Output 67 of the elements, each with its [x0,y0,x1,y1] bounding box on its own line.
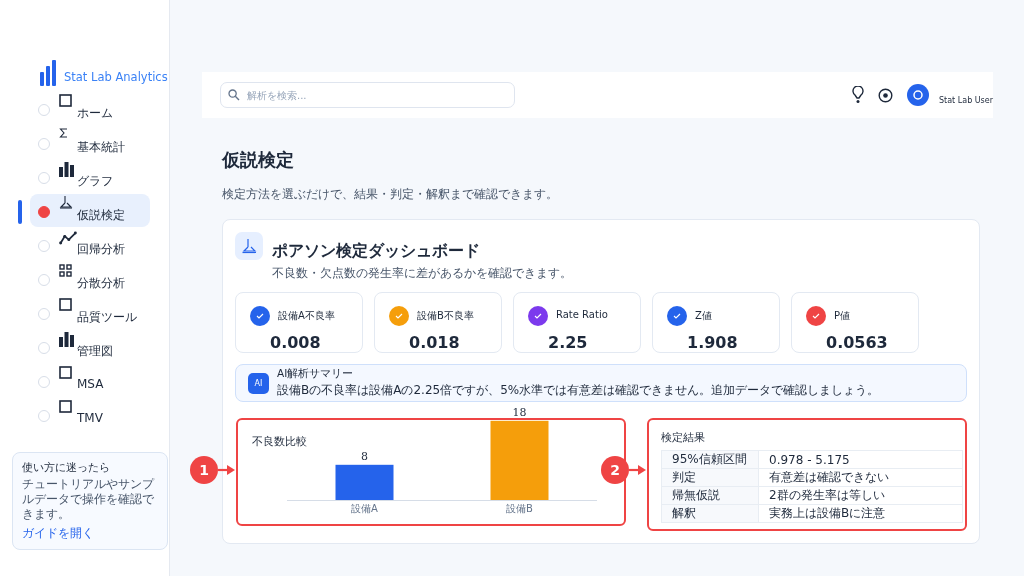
nav-item[interactable]: ホーム [30,92,150,125]
user-name: Stat Lab User [939,95,993,105]
data-label: 18 [512,405,527,419]
category-label: 設備A [351,503,378,514]
chart-title: 不良数比較 [252,434,307,449]
bar-chart-icon [59,332,74,347]
bar [335,464,394,500]
user-avatar[interactable] [907,84,929,106]
step-badge: 2 [601,456,629,484]
nav-item[interactable]: MSA [30,364,150,397]
kpi-label: P値 [834,309,852,323]
kpi-label: Rate Ratio [556,309,609,322]
target-button[interactable] [878,87,893,103]
dashboard-subtitle: 不良数・欠点数の発生率に差があるかを確認できます。 [272,265,572,282]
table-cell: 実務上は設備Bに注意 [758,504,963,523]
table-cell: 有意差は確認できない [758,468,963,487]
nav-item[interactable]: 分散分析 [30,262,150,295]
arrow-icon [629,464,647,476]
results-title: 検定結果 [661,430,706,445]
kpi-label: 設備B不良率 [417,309,475,323]
line-chart-icon [59,230,77,246]
nav-item[interactable]: グラフ [30,160,150,193]
page-subtitle: 検定方法を選ぶだけで、結果・判定・解釈まで確認できます。 [222,186,559,203]
nav-item[interactable]: 回帰分析 [30,228,150,261]
kpi-value: 0.018 [409,332,461,352]
ai-summary-title: AI解析サマリー [277,367,355,381]
table-cell: 0.978 - 5.175 [758,450,963,469]
table-cell: 95%信頼区間 [661,450,759,469]
beaker-icon [235,232,263,260]
active-indicator [18,200,22,224]
step-badge: 1 [190,456,218,484]
help-text: チュートリアルやサンプルデータで操作を確認できます。 [22,477,156,522]
app-logo-text: Stat Lab Analytics [64,70,168,84]
search-icon [228,89,240,101]
dashboard-title: ポアソン検定ダッシュボード [272,241,481,262]
nav-item[interactable]: 基本統計 [30,126,150,159]
beaker-icon [59,196,73,209]
kpi-value: 0.008 [270,332,322,352]
page-title: 仮説検定 [222,148,295,172]
kpi-value: 0.0563 [826,332,889,352]
grid-icon [59,264,72,277]
square-icon [59,366,72,379]
arrow-icon [218,464,236,476]
ai-badge: AI [248,372,269,394]
guide-link[interactable]: ガイドを開く [22,525,94,542]
square-icon [59,298,72,311]
nav-item[interactable]: TMV [30,398,150,431]
ai-summary-text: 設備Bの不良率は設備Aの2.25倍ですが、5%水準では有意差は確認できません。追加データで確認しましょう。 [277,382,880,399]
logo-icon [40,60,56,86]
lightbulb-button[interactable] [852,86,864,104]
target-icon [878,87,893,103]
search-field[interactable]: 解析を検索... [220,82,515,108]
kpi-value: 1.908 [687,332,739,352]
bar-chart-icon [59,162,74,177]
category-label: 設備B [506,503,533,514]
data-label: 8 [361,449,368,463]
sigma-icon [59,128,68,138]
help-title: 使い方に迷ったら [22,460,111,475]
kpi-label: 設備A不良率 [278,309,336,323]
square-icon [59,400,72,413]
table-cell: 2群の発生率は等しい [758,486,963,505]
kpi-value: 2.25 [548,332,589,352]
lightbulb-icon [852,86,864,104]
nav-item[interactable]: 管理図 [30,330,150,363]
kpi-label: Z値 [695,309,713,323]
square-icon [59,94,72,107]
nav-item[interactable]: 品質ツール [30,296,150,329]
